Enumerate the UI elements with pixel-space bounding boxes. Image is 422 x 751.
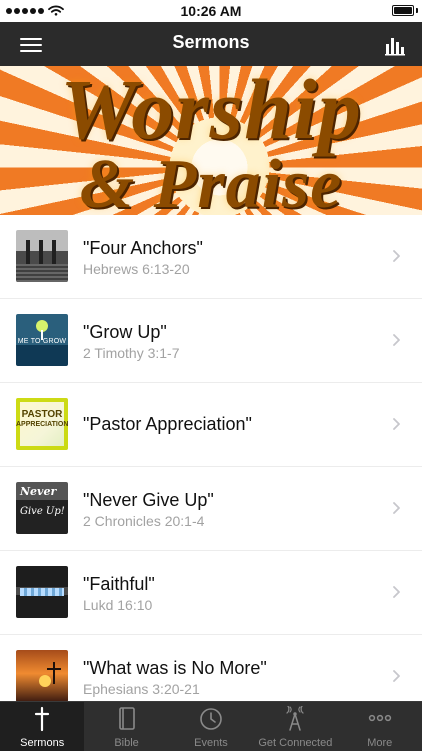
- banner-line-1: Worship: [60, 66, 362, 157]
- tab-bible[interactable]: Bible: [84, 702, 168, 751]
- sermon-reference: 2 Timothy 3:1-7: [83, 345, 180, 361]
- tab-label: More: [367, 737, 393, 749]
- sermon-reference: 2 Chronicles 20:1-4: [83, 513, 205, 529]
- sermon-row[interactable]: "Four Anchors" Hebrews 6:13-20: [0, 215, 422, 299]
- sermon-row[interactable]: PASTOR APPRECIATION "Pastor Appreciation…: [0, 383, 422, 467]
- sermon-thumbnail: ME TO GROW: [16, 314, 68, 366]
- page-title: Sermons: [172, 32, 250, 52]
- sermon-title: "What was is No More": [83, 658, 267, 678]
- thumbnail-text: PASTOR: [21, 409, 63, 420]
- top-navigation-bar: Sermons: [0, 22, 422, 66]
- tab-events[interactable]: Events: [169, 702, 253, 751]
- sermon-title: "Faithful": [83, 574, 155, 594]
- thumbnail-text: APPRECIATION: [16, 421, 68, 428]
- status-bar: 10:26 AM: [0, 0, 422, 22]
- chevron-right-icon: [393, 334, 400, 346]
- sermon-text: "Four Anchors" Hebrews 6:13-20: [83, 237, 373, 277]
- tab-more[interactable]: More: [338, 702, 422, 751]
- sermon-list: "Four Anchors" Hebrews 6:13-20 ME TO GRO…: [0, 215, 422, 701]
- tab-label: Sermons: [20, 737, 65, 749]
- sermon-thumbnail: [16, 650, 68, 701]
- chevron-right-icon: [393, 418, 400, 430]
- sermon-row[interactable]: ME TO GROW "Grow Up" 2 Timothy 3:1-7: [0, 299, 422, 383]
- chevron-right-icon: [393, 670, 400, 682]
- sermon-title: "Four Anchors": [83, 238, 203, 258]
- bottom-tab-bar: Sermons Bible Events Get Connected More: [0, 701, 422, 751]
- sermon-title: "Never Give Up": [83, 490, 214, 510]
- battery-icon: [392, 5, 414, 16]
- sermon-row[interactable]: Never Give Up! "Never Give Up" 2 Chronic…: [0, 467, 422, 551]
- status-time: 10:26 AM: [180, 3, 242, 19]
- thumbnail-text: Give Up!: [20, 506, 65, 517]
- sermon-row[interactable]: "What was is No More" Ephesians 3:20-21: [0, 635, 422, 701]
- cross-icon: [35, 706, 50, 732]
- chevron-right-icon: [393, 502, 400, 514]
- sermon-text: "Never Give Up" 2 Chronicles 20:1-4: [83, 489, 373, 529]
- sermon-thumbnail: PASTOR APPRECIATION: [16, 398, 68, 450]
- sermon-title: "Grow Up": [83, 322, 167, 342]
- bar-chart-icon: [385, 38, 405, 56]
- thumbnail-text: ME TO GROW: [17, 338, 67, 345]
- sermon-thumbnail: [16, 566, 68, 618]
- tab-label: Bible: [114, 737, 139, 749]
- sermon-row[interactable]: "Faithful" Lukd 16:10: [0, 551, 422, 635]
- book-icon: [118, 707, 135, 730]
- tab-get-connected[interactable]: Get Connected: [253, 702, 337, 751]
- sermon-text: "What was is No More" Ephesians 3:20-21: [83, 657, 373, 697]
- sermon-title: "Pastor Appreciation": [83, 414, 252, 434]
- hero-banner: Worship & Praise: [0, 66, 422, 215]
- banner-line-2: & Praise: [79, 146, 343, 216]
- sermon-thumbnail: Never Give Up!: [16, 482, 68, 534]
- more-dots-icon: [368, 714, 391, 722]
- sermon-reference: Hebrews 6:13-20: [83, 261, 190, 277]
- thumbnail-text: Never: [20, 485, 57, 498]
- battery-cap: [416, 8, 418, 13]
- sermon-text: "Faithful" Lukd 16:10: [83, 573, 373, 613]
- sermon-text: "Grow Up" 2 Timothy 3:1-7: [83, 321, 373, 361]
- tab-label: Get Connected: [258, 737, 333, 749]
- chevron-right-icon: [393, 586, 400, 598]
- tab-label: Events: [194, 737, 228, 749]
- sermon-text: "Pastor Appreciation": [83, 413, 373, 435]
- tab-sermons[interactable]: Sermons: [0, 702, 85, 751]
- stats-button[interactable]: [384, 32, 408, 56]
- broadcast-tower-icon: [286, 704, 304, 731]
- sermon-reference: Lukd 16:10: [83, 597, 153, 613]
- chevron-right-icon: [393, 250, 400, 262]
- clock-icon: [200, 708, 222, 730]
- sermon-thumbnail: [16, 230, 68, 282]
- sermon-reference: Ephesians 3:20-21: [83, 681, 200, 697]
